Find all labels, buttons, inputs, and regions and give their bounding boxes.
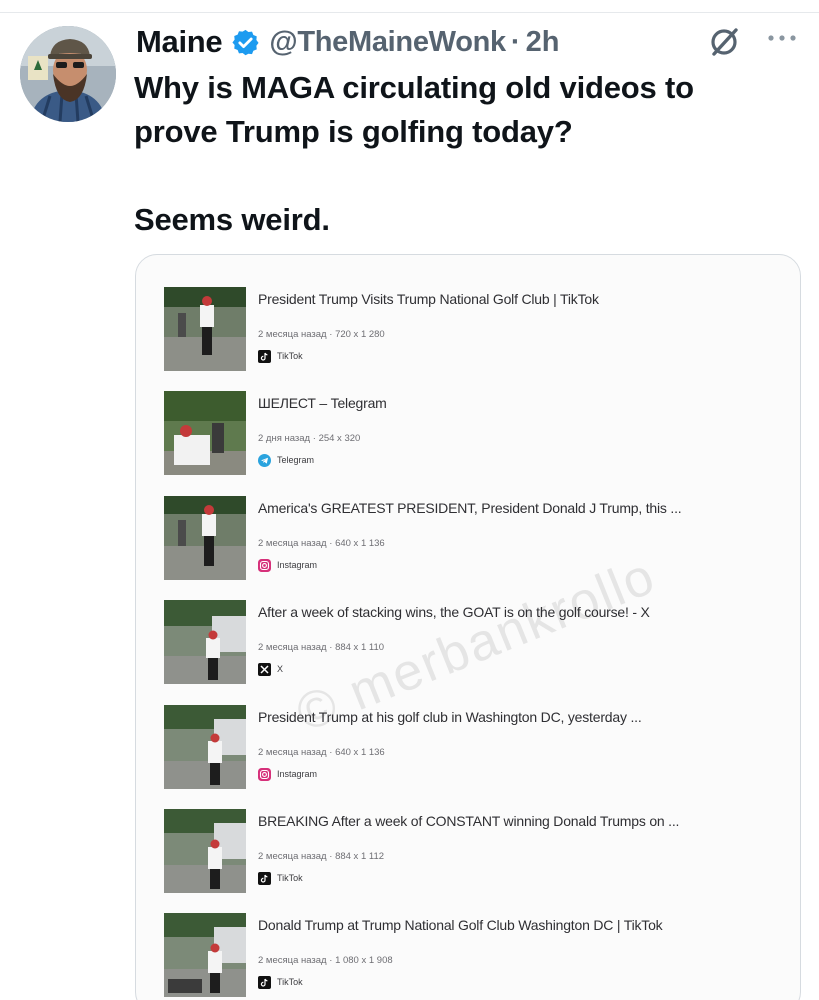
search-result[interactable]: ШЕЛЕСТ – Telegram 2 дня назад · 254 x 32… bbox=[164, 391, 784, 477]
result-meta: 2 дня назад · 254 x 320 bbox=[258, 433, 361, 444]
result-thumbnail bbox=[164, 496, 246, 580]
result-title[interactable]: ШЕЛЕСТ – Telegram bbox=[258, 395, 387, 411]
result-source: Instagram bbox=[258, 767, 317, 781]
top-divider bbox=[0, 12, 819, 13]
result-meta: 2 месяца назад · 884 x 1 110 bbox=[258, 642, 385, 653]
result-thumbnail bbox=[164, 600, 246, 684]
result-source-label: Telegram bbox=[277, 455, 315, 465]
tiktok-icon bbox=[258, 975, 271, 989]
result-source: Instagram bbox=[258, 558, 317, 572]
result-meta: 2 месяца назад · 640 x 1 136 bbox=[258, 538, 385, 549]
verified-badge-icon bbox=[232, 29, 259, 55]
tweet-text-line: prove Trump is golfing today? bbox=[134, 114, 573, 149]
result-thumbnail bbox=[164, 391, 246, 475]
result-title[interactable]: America's GREATEST PRESIDENT, President … bbox=[258, 500, 682, 516]
result-age: 2 месяца назад bbox=[258, 538, 327, 549]
result-source: TikTok bbox=[258, 871, 303, 885]
result-age: 2 месяца назад bbox=[258, 642, 327, 653]
search-result[interactable]: President Trump Visits Trump National Go… bbox=[164, 287, 784, 373]
result-dims: 640 x 1 136 bbox=[335, 747, 385, 758]
instagram-icon bbox=[258, 767, 271, 781]
result-dims: 640 x 1 136 bbox=[335, 538, 385, 549]
search-result[interactable]: America's GREATEST PRESIDENT, President … bbox=[164, 496, 784, 582]
result-thumbnail bbox=[164, 913, 246, 997]
result-title[interactable]: After a week of stacking wins, the GOAT … bbox=[258, 604, 650, 620]
result-meta: 2 месяца назад · 720 x 1 280 bbox=[258, 329, 385, 340]
result-source-label: TikTok bbox=[277, 351, 303, 361]
result-dims: 884 x 1 112 bbox=[335, 851, 385, 862]
attached-image[interactable]: © merbankrollo President Trump Visits Tr… bbox=[135, 254, 801, 1000]
telegram-icon bbox=[258, 453, 271, 467]
result-thumbnail bbox=[164, 809, 246, 893]
result-age: 2 дня назад bbox=[258, 433, 311, 444]
search-result[interactable]: President Trump at his golf club in Wash… bbox=[164, 705, 784, 791]
result-title[interactable]: President Trump Visits Trump National Go… bbox=[258, 291, 599, 307]
result-title[interactable]: Donald Trump at Trump National Golf Club… bbox=[258, 917, 663, 933]
search-result[interactable]: Donald Trump at Trump National Golf Club… bbox=[164, 913, 784, 999]
avatar-photo bbox=[20, 26, 116, 122]
result-meta: 2 месяца назад · 640 x 1 136 bbox=[258, 747, 385, 758]
result-dims: 254 x 320 bbox=[318, 433, 361, 444]
result-dims: 884 x 1 110 bbox=[335, 642, 385, 653]
result-meta: 2 месяца назад · 1 080 x 1 908 bbox=[258, 955, 393, 966]
result-source-label: TikTok bbox=[277, 977, 303, 987]
result-source-label: Instagram bbox=[277, 560, 318, 570]
tweet-text: Why is MAGA circulating old videos to pr… bbox=[134, 66, 794, 242]
search-result[interactable]: After a week of stacking wins, the GOAT … bbox=[164, 600, 784, 686]
tweet-text-line: Seems weird. bbox=[134, 202, 330, 237]
result-source: X bbox=[258, 662, 283, 676]
result-source-label: TikTok bbox=[277, 873, 303, 883]
result-title[interactable]: President Trump at his golf club in Wash… bbox=[258, 709, 642, 725]
tiktok-icon bbox=[258, 871, 271, 885]
instagram-icon bbox=[258, 558, 271, 572]
result-source: TikTok bbox=[258, 975, 303, 989]
avatar[interactable] bbox=[20, 26, 116, 122]
author-handle[interactable]: @TheMaineWonk bbox=[269, 26, 506, 59]
result-age: 2 месяца назад bbox=[258, 851, 327, 862]
separator-dot: · bbox=[510, 25, 521, 58]
grok-icon[interactable] bbox=[706, 24, 742, 60]
more-options-icon[interactable] bbox=[764, 26, 800, 50]
tweet-header: Maine @TheMaineWonk · 2h bbox=[136, 22, 806, 62]
result-thumbnail bbox=[164, 287, 246, 371]
result-meta: 2 месяца назад · 884 x 1 112 bbox=[258, 851, 385, 862]
result-source: TikTok bbox=[258, 349, 303, 363]
x-icon bbox=[258, 662, 271, 676]
author-name[interactable]: Maine bbox=[136, 24, 223, 60]
tiktok-icon bbox=[258, 349, 271, 363]
result-thumbnail bbox=[164, 705, 246, 789]
tweet-timestamp[interactable]: 2h bbox=[526, 26, 560, 59]
result-title[interactable]: BREAKING After a week of CONSTANT winnin… bbox=[258, 813, 679, 829]
result-age: 2 месяца назад bbox=[258, 747, 327, 758]
result-dims: 1 080 x 1 908 bbox=[335, 955, 393, 966]
search-result[interactable]: BREAKING After a week of CONSTANT winnin… bbox=[164, 809, 784, 895]
result-source: Telegram bbox=[258, 453, 314, 467]
result-dims: 720 x 1 280 bbox=[335, 329, 385, 340]
tweet-text-line: Why is MAGA circulating old videos to bbox=[134, 70, 694, 105]
result-source-label: Instagram bbox=[277, 769, 318, 779]
result-age: 2 месяца назад bbox=[258, 955, 327, 966]
result-age: 2 месяца назад bbox=[258, 329, 327, 340]
result-source-label: X bbox=[277, 664, 284, 674]
